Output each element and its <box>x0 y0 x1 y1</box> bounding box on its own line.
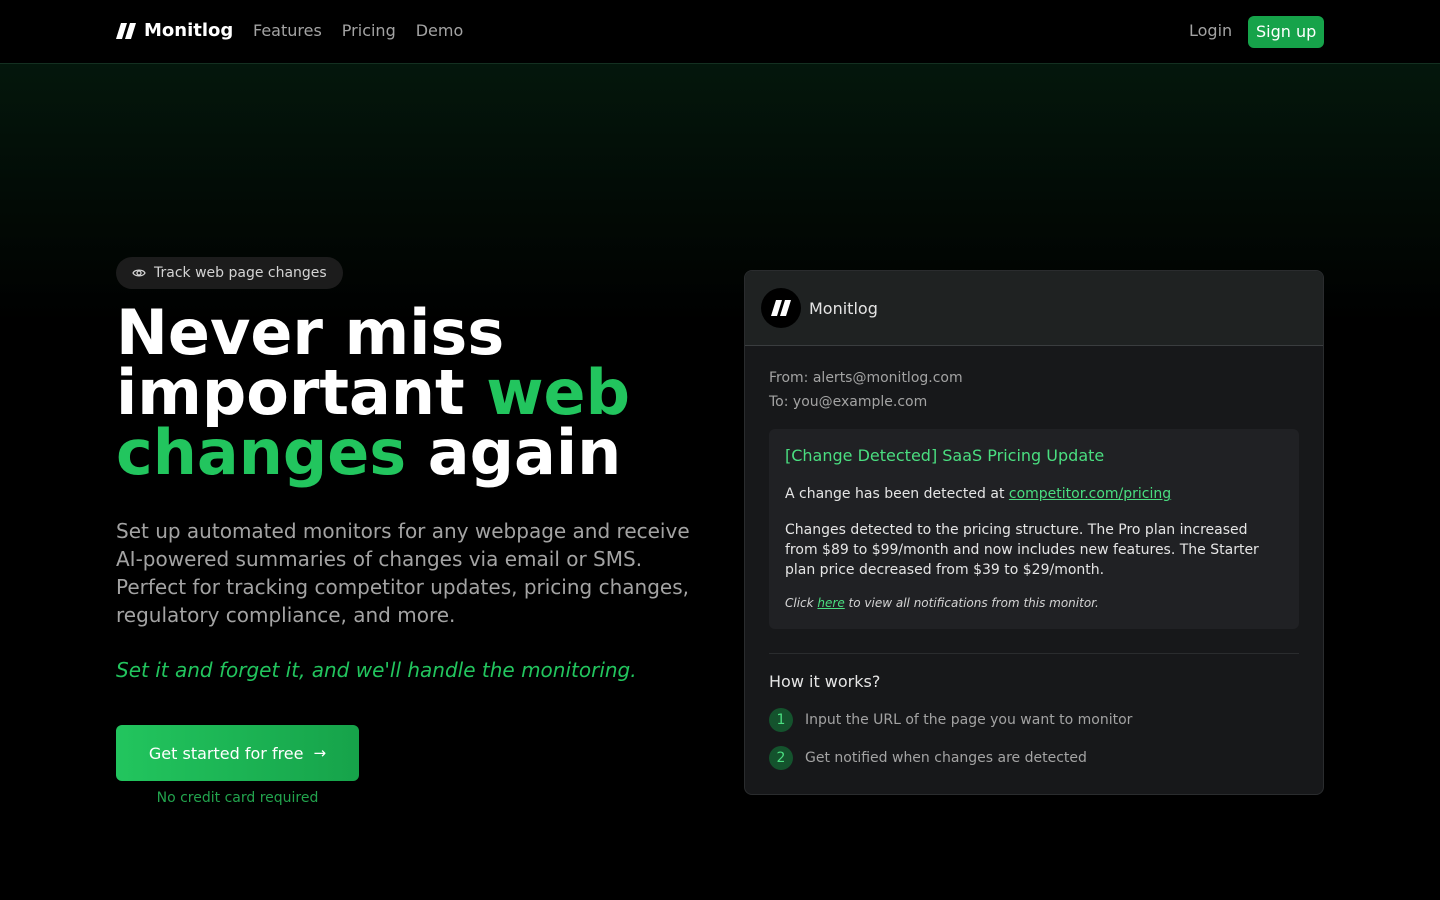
nav-links: Features Pricing Demo <box>253 21 463 40</box>
change-detected-line: A change has been detected at competitor… <box>785 486 1171 502</box>
view-notifications-link[interactable]: here <box>817 596 844 610</box>
signup-button[interactable]: Sign up <box>1248 16 1325 48</box>
feature-badge: Track web page changes <box>116 257 343 289</box>
sender-name: Monitlog <box>809 298 878 318</box>
login-link[interactable]: Login <box>1189 21 1232 40</box>
change-detected-text: A change has been detected at <box>785 486 1009 502</box>
click-note-suffix: to view all notifications from this moni… <box>844 596 1099 610</box>
nav-link-features[interactable]: Features <box>253 21 322 40</box>
how-it-works-title: How it works? <box>769 672 881 691</box>
view-notifications-note: Click here to view all notifications fro… <box>785 596 1099 610</box>
step-text: Get notified when changes are detected <box>805 750 1087 766</box>
nav-link-demo[interactable]: Demo <box>416 21 464 40</box>
no-credit-card-note: No credit card required <box>156 790 319 806</box>
headline-part-2: again <box>406 416 622 489</box>
step-item: 1 Input the URL of the page you want to … <box>769 708 1132 732</box>
nav-link-pricing[interactable]: Pricing <box>342 21 396 40</box>
brand-logo[interactable]: Monitlog <box>116 20 233 41</box>
logo-mark-icon <box>771 300 791 316</box>
logo-mark-icon <box>116 22 136 39</box>
top-nav: Monitlog Features Pricing Demo Login Sig… <box>0 0 1440 64</box>
email-preview-header: Monitlog <box>745 271 1323 346</box>
section-divider <box>769 653 1299 654</box>
sender-avatar <box>761 288 801 328</box>
email-from: From: alerts@monitlog.com <box>769 370 963 386</box>
email-subject: [Change Detected] SaaS Pricing Update <box>785 446 1105 465</box>
arrow-right-icon: → <box>313 744 327 762</box>
hero-description: Set up automated monitors for any webpag… <box>116 519 690 627</box>
brand-name: Monitlog <box>144 20 234 41</box>
monitored-url-link[interactable]: competitor.com/pricing <box>1009 486 1171 502</box>
step-item: 2 Get notified when changes are detected <box>769 746 1087 770</box>
hero-tagline: Set it and forget it, and we'll handle t… <box>116 658 637 682</box>
hero-headline: Never miss important web changes again <box>116 302 716 484</box>
click-note-prefix: Click <box>785 596 818 610</box>
eye-icon <box>132 269 146 277</box>
step-text: Input the URL of the page you want to mo… <box>805 712 1133 728</box>
step-number: 2 <box>769 746 793 770</box>
headline-part-1: Never miss important <box>116 296 505 429</box>
email-preview-card: Monitlog From: alerts@monitlog.com To: y… <box>744 270 1324 795</box>
email-to: To: you@example.com <box>769 394 928 410</box>
headline-highlight-changes: changes <box>116 416 407 489</box>
step-number: 1 <box>769 708 793 732</box>
change-summary: Changes detected to the pricing structur… <box>785 522 1259 578</box>
feature-badge-text: Track web page changes <box>154 265 327 281</box>
get-started-button[interactable]: Get started for free → <box>116 725 359 781</box>
get-started-label: Get started for free <box>148 743 304 763</box>
email-body: [Change Detected] SaaS Pricing Update A … <box>769 429 1299 629</box>
